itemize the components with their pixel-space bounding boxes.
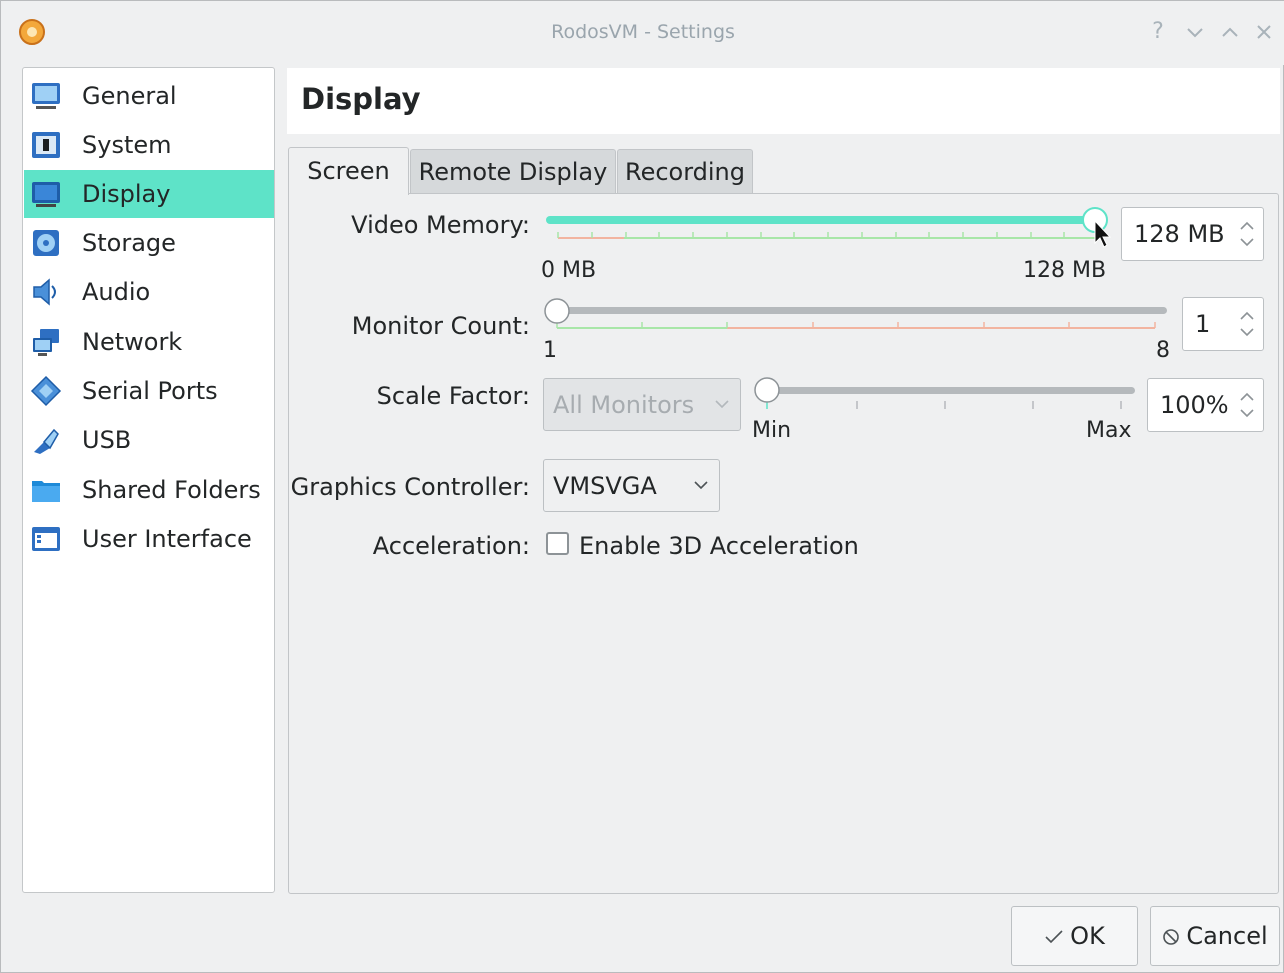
- monitor-count-value: 1: [1195, 310, 1211, 338]
- tab-recording[interactable]: Recording: [617, 149, 753, 194]
- ok-button-label: OK: [1070, 922, 1105, 950]
- video-memory-max-label: 128 MB: [1023, 258, 1107, 283]
- sidebar-item-label: Storage: [82, 229, 176, 257]
- settings-window: RodosVM - Settings ? General System Disp…: [0, 0, 1284, 973]
- sidebar-item-network[interactable]: Network: [24, 318, 274, 366]
- cancel-button[interactable]: Cancel: [1150, 906, 1280, 966]
- monitor-icon: [30, 80, 62, 112]
- chip-icon: [30, 129, 62, 161]
- cancel-button-label: Cancel: [1186, 922, 1268, 950]
- sidebar-item-serial-ports[interactable]: Serial Ports: [24, 367, 274, 415]
- graphics-controller-value: VMSVGA: [553, 472, 657, 500]
- sidebar-item-shared-folders[interactable]: Shared Folders: [24, 466, 274, 514]
- display-icon: [30, 178, 62, 210]
- sidebar-item-label: USB: [82, 426, 132, 454]
- sidebar-item-system[interactable]: System: [24, 121, 274, 169]
- monitor-count-spinbox[interactable]: 1: [1182, 297, 1264, 351]
- sidebar-item-general[interactable]: General: [24, 72, 274, 120]
- scale-factor-min-label: Min: [752, 418, 792, 443]
- video-memory-min-label: 0 MB: [541, 258, 597, 283]
- video-memory-spinbox[interactable]: 128 MB: [1121, 207, 1264, 261]
- folder-icon: [30, 474, 62, 506]
- graphics-controller-label: Graphics Controller:: [290, 473, 530, 501]
- scale-monitor-combo: All Monitors: [543, 378, 741, 431]
- graphics-controller-combo[interactable]: VMSVGA: [543, 459, 720, 512]
- monitor-count-slider[interactable]: [541, 296, 1173, 340]
- scale-factor-slider[interactable]: [751, 375, 1141, 419]
- sidebar-item-label: Shared Folders: [82, 476, 261, 504]
- sidebar-item-label: System: [82, 131, 172, 159]
- speaker-icon: [30, 276, 62, 308]
- tab-remote-display[interactable]: Remote Display: [410, 149, 616, 194]
- chevron-down-icon: [1187, 28, 1203, 38]
- ok-button[interactable]: OK: [1011, 906, 1138, 966]
- chevron-up-icon: [1222, 27, 1238, 37]
- window-title: RodosVM - Settings: [551, 21, 735, 43]
- page-header: Display: [287, 68, 1280, 134]
- scale-factor-spinbox[interactable]: 100%: [1147, 378, 1264, 432]
- tab-screen[interactable]: Screen: [288, 147, 409, 195]
- page-title: Display: [301, 82, 421, 116]
- sidebar-item-usb[interactable]: USB: [24, 416, 274, 464]
- monitor-count-max-label: 8: [1156, 338, 1170, 363]
- spin-arrows-icon[interactable]: [1237, 216, 1257, 252]
- sidebar-item-label: Network: [82, 328, 183, 356]
- sidebar-item-label: Serial Ports: [82, 377, 218, 405]
- network-icon: [30, 326, 62, 358]
- disk-icon: [30, 227, 62, 259]
- scale-factor-value: 100%: [1160, 391, 1229, 419]
- sidebar-item-label: Display: [82, 180, 171, 208]
- video-memory-label: Video Memory:: [351, 211, 530, 239]
- chevron-down-icon: [693, 478, 709, 492]
- enable-3d-acceleration-label[interactable]: Enable 3D Acceleration: [579, 532, 859, 560]
- monitor-count-label: Monitor Count:: [351, 312, 530, 340]
- close-icon: [1257, 25, 1271, 39]
- scale-factor-label: Scale Factor:: [376, 382, 530, 410]
- help-button[interactable]: ?: [1144, 17, 1172, 47]
- maximize-button[interactable]: [1216, 17, 1244, 47]
- sidebar-item-user-interface[interactable]: User Interface: [24, 515, 274, 563]
- scale-monitor-combo-value: All Monitors: [553, 391, 695, 419]
- sidebar-item-label: General: [82, 82, 177, 110]
- sidebar-item-label: User Interface: [82, 525, 252, 553]
- monitor-count-min-label: 1: [543, 338, 557, 363]
- spin-arrows-icon[interactable]: [1237, 306, 1257, 342]
- cancel-icon: [1162, 928, 1180, 946]
- video-memory-slider[interactable]: [544, 205, 1114, 249]
- sidebar-item-audio[interactable]: Audio: [24, 268, 274, 316]
- acceleration-label: Acceleration:: [372, 532, 530, 560]
- sidebar-item-display[interactable]: Display: [24, 170, 274, 218]
- sidebar-item-storage[interactable]: Storage: [24, 219, 274, 267]
- spin-arrows-icon[interactable]: [1237, 387, 1257, 423]
- enable-3d-acceleration-checkbox[interactable]: [546, 532, 569, 555]
- title-bar: RodosVM - Settings ?: [1, 1, 1284, 65]
- video-memory-value: 128 MB: [1134, 220, 1225, 248]
- usb-icon: [30, 424, 62, 456]
- close-button[interactable]: [1250, 17, 1278, 47]
- scale-factor-max-label: Max: [1086, 418, 1132, 443]
- chevron-down-icon: [714, 397, 730, 411]
- serial-port-icon: [30, 375, 62, 407]
- check-icon: [1044, 929, 1064, 945]
- settings-sidebar: General System Display Storage Audio Net…: [22, 67, 275, 893]
- minimize-button[interactable]: [1181, 17, 1209, 47]
- window-icon: [30, 523, 62, 555]
- sidebar-item-label: Audio: [82, 278, 151, 306]
